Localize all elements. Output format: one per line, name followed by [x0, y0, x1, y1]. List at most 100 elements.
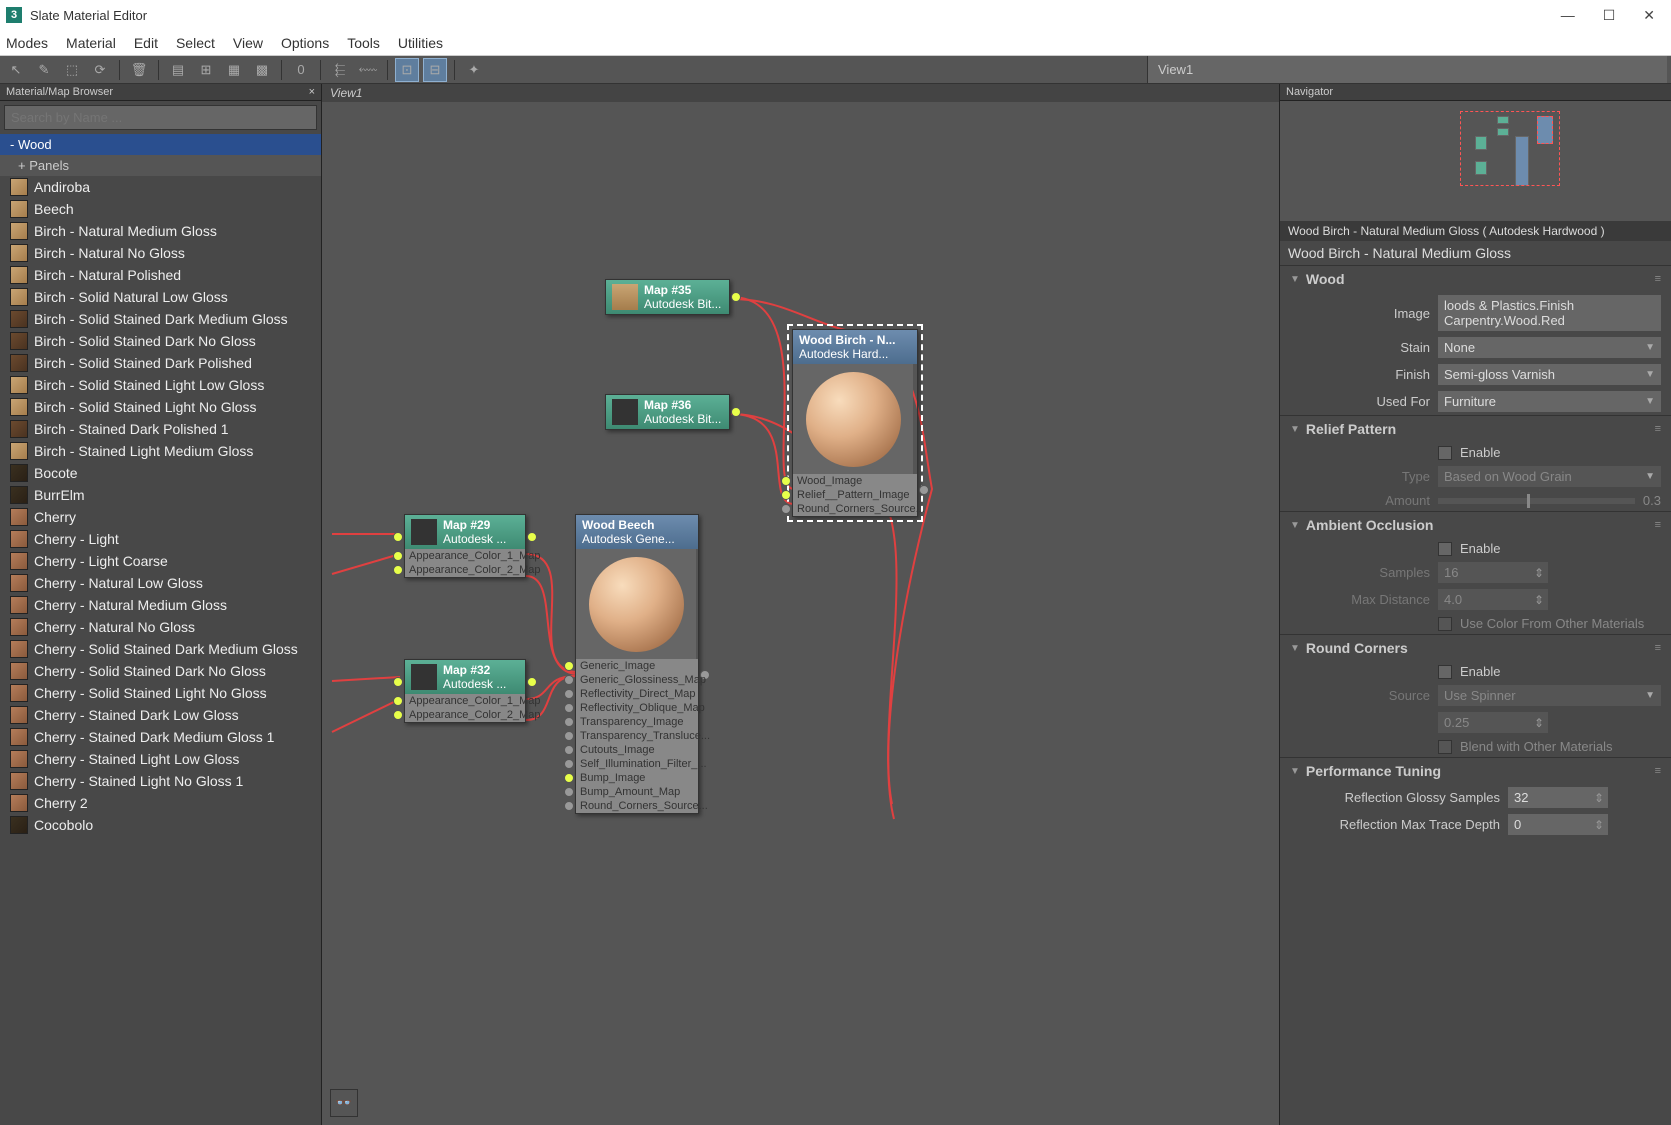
material-item[interactable]: Cherry - Stained Light No Gloss 1: [0, 770, 321, 792]
relief-enable-checkbox[interactable]: [1438, 446, 1452, 460]
slot[interactable]: Bump_Image: [576, 771, 698, 785]
material-item[interactable]: Birch - Solid Stained Light Low Gloss: [0, 374, 321, 396]
material-item[interactable]: Birch - Solid Stained Dark No Gloss: [0, 330, 321, 352]
port-in[interactable]: [564, 773, 574, 783]
material-item[interactable]: Bocote: [0, 462, 321, 484]
minimize-button[interactable]: —: [1561, 7, 1575, 24]
category-wood[interactable]: - Wood: [0, 134, 321, 155]
slot[interactable]: Appearance_Color_1_Map: [405, 694, 525, 708]
checker-icon[interactable]: ▩: [250, 58, 274, 82]
slot[interactable]: Appearance_Color_2_Map: [405, 563, 525, 577]
glossy-spinner[interactable]: 32: [1508, 787, 1608, 808]
slot[interactable]: Appearance_Color_2_Map: [405, 708, 525, 722]
port-in[interactable]: [393, 551, 403, 561]
material-item[interactable]: Cherry 2: [0, 792, 321, 814]
node-map29[interactable]: Map #29Autodesk ... Appearance_Color_1_M…: [404, 514, 526, 578]
navigator-canvas[interactable]: [1280, 101, 1671, 221]
delete-icon[interactable]: 🗑: [127, 58, 151, 82]
port-out[interactable]: [731, 407, 741, 417]
assign-icon[interactable]: ⬚: [60, 58, 84, 82]
port-in[interactable]: [564, 675, 574, 685]
menu-select[interactable]: Select: [176, 35, 215, 51]
port-out[interactable]: [527, 677, 537, 687]
menu-edit[interactable]: Edit: [134, 35, 158, 51]
section-ao[interactable]: Ambient Occlusion≡: [1280, 512, 1671, 538]
port-out[interactable]: [731, 292, 741, 302]
node-map35[interactable]: Map #35Autodesk Bit...: [605, 279, 730, 315]
sparkle-icon[interactable]: ✦: [462, 58, 486, 82]
material-item[interactable]: Birch - Stained Light Medium Gloss: [0, 440, 321, 462]
slot[interactable]: Bump_Amount_Map: [576, 785, 698, 799]
eyedropper-icon[interactable]: ✎: [32, 58, 56, 82]
menu-material[interactable]: Material: [66, 35, 116, 51]
port-in[interactable]: [393, 710, 403, 720]
material-item[interactable]: Cherry - Stained Dark Medium Gloss 1: [0, 726, 321, 748]
port-in[interactable]: [781, 504, 791, 514]
port-in[interactable]: [393, 696, 403, 706]
slot[interactable]: Cutouts_Image: [576, 743, 698, 757]
material-item[interactable]: Cocobolo: [0, 814, 321, 836]
port-in[interactable]: [564, 689, 574, 699]
slot[interactable]: Reflectivity_Direct_Map: [576, 687, 698, 701]
port-in[interactable]: [781, 476, 791, 486]
grid-b-icon[interactable]: ⊟: [423, 58, 447, 82]
material-item[interactable]: Cherry - Natural Low Gloss: [0, 572, 321, 594]
material-item[interactable]: Birch - Natural No Gloss: [0, 242, 321, 264]
material-item[interactable]: Cherry - Stained Light Low Gloss: [0, 748, 321, 770]
rollup-menu-icon[interactable]: ≡: [1655, 642, 1661, 654]
port-in[interactable]: [564, 801, 574, 811]
graph-icon[interactable]: ⊞: [194, 58, 218, 82]
node-map36[interactable]: Map #36Autodesk Bit...: [605, 394, 730, 430]
stain-dropdown[interactable]: None: [1438, 337, 1661, 358]
port-in[interactable]: [393, 565, 403, 575]
port-in[interactable]: [564, 661, 574, 671]
material-item[interactable]: Beech: [0, 198, 321, 220]
port-in[interactable]: [564, 731, 574, 741]
rollup-menu-icon[interactable]: ≡: [1655, 423, 1661, 435]
material-item[interactable]: Cherry - Natural Medium Gloss: [0, 594, 321, 616]
port-in[interactable]: [564, 745, 574, 755]
maximize-button[interactable]: ☐: [1603, 7, 1616, 24]
material-item[interactable]: Birch - Stained Dark Polished 1: [0, 418, 321, 440]
subcategory-panels[interactable]: + Panels: [0, 155, 321, 176]
material-item[interactable]: Cherry - Solid Stained Dark Medium Gloss: [0, 638, 321, 660]
browser-tree[interactable]: - Wood + Panels AndirobaBeech Birch - Nat…: [0, 134, 321, 1125]
refresh-icon[interactable]: ⟳: [88, 58, 112, 82]
material-item[interactable]: Cherry - Natural No Gloss: [0, 616, 321, 638]
tree-icon[interactable]: ⬳: [356, 58, 380, 82]
material-item[interactable]: Birch - Solid Stained Light No Gloss: [0, 396, 321, 418]
zero-icon[interactable]: 0: [289, 58, 313, 82]
menu-view[interactable]: View: [233, 35, 263, 51]
browser-close-icon[interactable]: ×: [309, 86, 315, 98]
section-perf[interactable]: Performance Tuning≡: [1280, 758, 1671, 784]
slot[interactable]: Generic_Glossiness_Map: [576, 673, 698, 687]
port-in[interactable]: [393, 532, 403, 542]
section-corners[interactable]: Round Corners≡: [1280, 635, 1671, 661]
rollup-menu-icon[interactable]: ≡: [1655, 519, 1661, 531]
material-item[interactable]: Birch - Solid Natural Low Gloss: [0, 286, 321, 308]
material-item[interactable]: Cherry - Light Coarse: [0, 550, 321, 572]
material-item[interactable]: Cherry - Solid Stained Light No Gloss: [0, 682, 321, 704]
menu-utilities[interactable]: Utilities: [398, 35, 443, 51]
material-item[interactable]: Andiroba: [0, 176, 321, 198]
material-item[interactable]: BurrElm: [0, 484, 321, 506]
section-wood[interactable]: Wood≡: [1280, 266, 1671, 292]
node-wood-beech[interactable]: Wood BeechAutodesk Gene... Generic_Image…: [575, 514, 699, 814]
material-item[interactable]: Cherry - Light: [0, 528, 321, 550]
menu-modes[interactable]: Modes: [6, 35, 48, 51]
binoculars-icon[interactable]: 👓: [330, 1089, 358, 1117]
close-button[interactable]: ✕: [1643, 7, 1655, 24]
port-in[interactable]: [781, 490, 791, 500]
show-map-icon[interactable]: ▦: [222, 58, 246, 82]
material-item[interactable]: Cherry - Solid Stained Dark No Gloss: [0, 660, 321, 682]
port-in[interactable]: [393, 677, 403, 687]
corners-enable-checkbox[interactable]: [1438, 665, 1452, 679]
node-wood-birch[interactable]: Wood Birch - N...Autodesk Hard... Wood_I…: [792, 329, 918, 517]
ao-enable-checkbox[interactable]: [1438, 542, 1452, 556]
view-tab[interactable]: View1: [1147, 56, 1667, 83]
material-item[interactable]: Birch - Solid Stained Dark Polished: [0, 352, 321, 374]
material-item[interactable]: Birch - Natural Polished: [0, 264, 321, 286]
search-input[interactable]: [4, 105, 317, 130]
grid-a-icon[interactable]: ⊡: [395, 58, 419, 82]
usedfor-dropdown[interactable]: Furniture: [1438, 391, 1661, 412]
